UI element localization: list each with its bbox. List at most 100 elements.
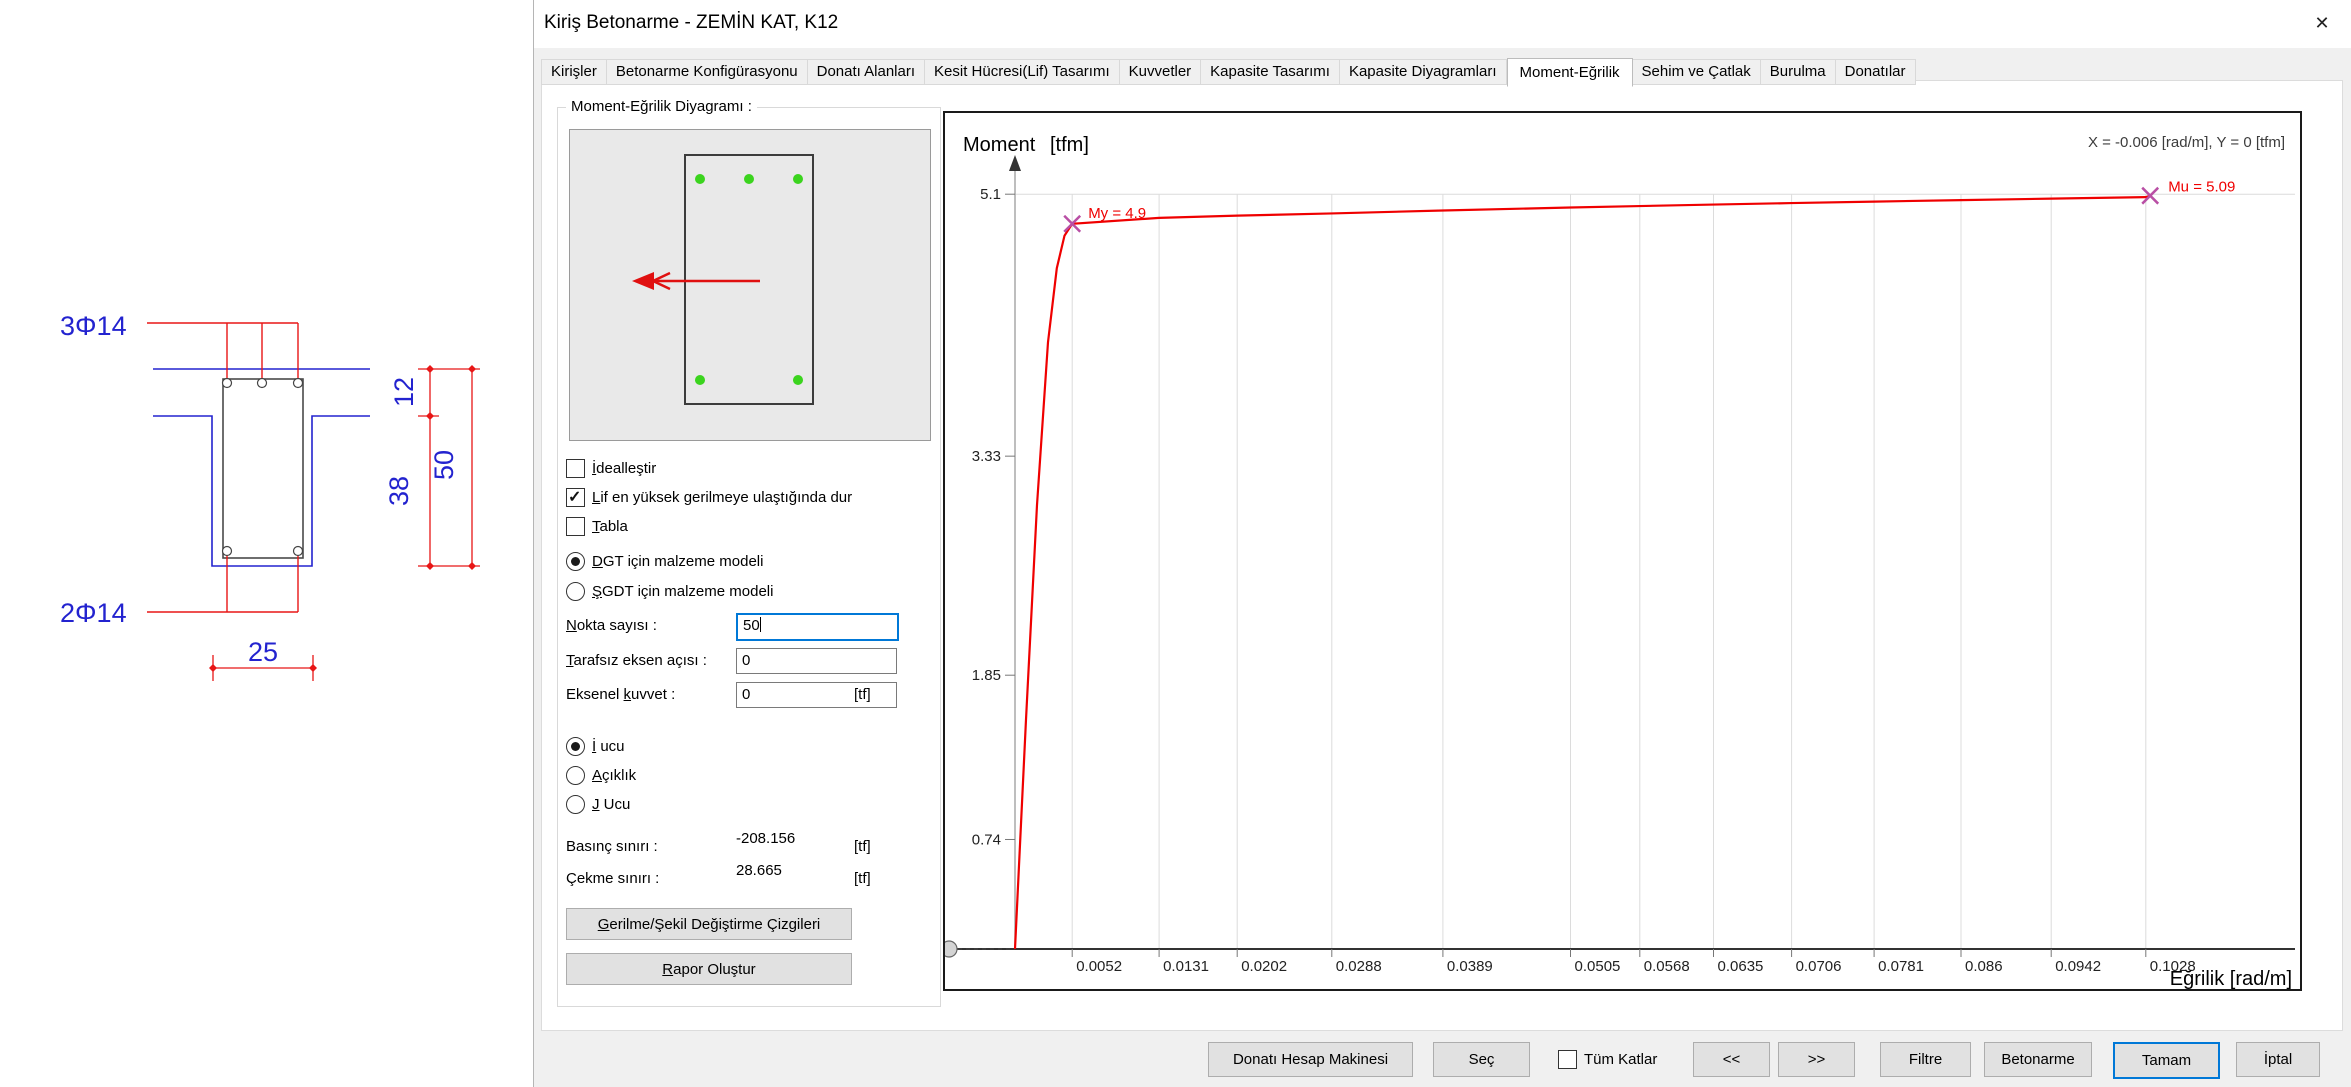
dim-web-depth-label: 38 xyxy=(384,476,414,506)
moment-curvature-groupbox: Moment-Eğrilik Diyagramı : xyxy=(557,107,941,1007)
radio-circle[interactable] xyxy=(566,552,585,571)
input-value: 0 xyxy=(742,652,750,669)
svg-text:Mu = 5.09: Mu = 5.09 xyxy=(2168,179,2235,196)
chart-title-unit: [tfm] xyxy=(1050,134,1089,156)
moment-curvature-chart[interactable]: 0.00520.01310.02020.02880.03890.05050.05… xyxy=(943,111,2302,991)
ok-button[interactable]: Tamam xyxy=(2113,1042,2220,1079)
radio-circle[interactable] xyxy=(566,582,585,601)
svg-text:0.0635: 0.0635 xyxy=(1718,958,1764,975)
dim-width-label: 25 xyxy=(248,637,278,667)
checkbox-box[interactable] xyxy=(566,488,585,507)
tab-kesit-hucresi-lif-tasarimi[interactable]: Kesit Hücresi(Lif) Tasarımı xyxy=(925,59,1120,85)
neutral-axis-angle-label: Tarafsız eksen açısı : xyxy=(566,648,707,674)
svg-text:5.1: 5.1 xyxy=(980,186,1001,203)
tension-limit-label: Çekme sınırı : xyxy=(566,866,659,892)
point-count-input[interactable]: 50 xyxy=(736,613,899,641)
radio-circle[interactable] xyxy=(566,766,585,785)
previous-button[interactable]: << xyxy=(1693,1042,1770,1077)
radio-i-end[interactable]: İ ucu xyxy=(566,736,625,756)
compression-limit-label: Basınç sınırı : xyxy=(566,834,658,860)
checkbox-idealize[interactable]: İdealleştir xyxy=(566,458,656,478)
svg-text:My = 4.9: My = 4.9 xyxy=(1088,205,1146,222)
svg-text:0.0288: 0.0288 xyxy=(1336,958,1382,975)
radio-circle[interactable] xyxy=(566,737,585,756)
filter-button[interactable]: Filtre xyxy=(1880,1042,1971,1077)
tab-betonarme-konfigurasyonu[interactable]: Betonarme Konfigürasyonu xyxy=(607,59,808,85)
checkbox-slab[interactable]: Tabla xyxy=(566,516,628,536)
tab-page-moment-egrilik: Moment-Eğrilik Diyagramı : xyxy=(541,80,2343,1031)
checkbox-label: Lif en yüksek gerilmeye ulaştığında dur xyxy=(592,489,852,506)
input-value: 0 xyxy=(742,686,750,703)
button-label: Rapor Oluştur xyxy=(662,961,755,978)
svg-text:0.0505: 0.0505 xyxy=(1575,958,1621,975)
top-rebar-label: 3Φ14 xyxy=(60,311,127,341)
close-icon[interactable]: ✕ xyxy=(2302,6,2342,40)
tab-burulma[interactable]: Burulma xyxy=(1761,59,1836,85)
checkbox-stop-at-max-fiber-stress[interactable]: Lif en yüksek gerilmeye ulaştığında dur xyxy=(566,487,852,507)
text-caret xyxy=(760,617,761,632)
input-value: 50 xyxy=(743,617,760,634)
beam-concrete-dialog: Kiriş Betonarme - ZEMİN KAT, K12 ✕ Kiriş… xyxy=(533,0,2351,1087)
svg-text:0.0202: 0.0202 xyxy=(1241,958,1287,975)
create-report-button[interactable]: Rapor Oluştur xyxy=(566,953,852,985)
x-axis-title: Eğrilik [rad/m] xyxy=(2170,968,2292,989)
point-count-label: Nokta sayısı : xyxy=(566,613,657,639)
rebar-calculator-button[interactable]: Donatı Hesap Makinesi xyxy=(1208,1042,1413,1077)
radio-label: Açıklık xyxy=(592,767,636,784)
svg-text:0.0781: 0.0781 xyxy=(1878,958,1924,975)
tab-donati-alanlari[interactable]: Donatı Alanları xyxy=(808,59,925,85)
dialog-title: Kiriş Betonarme - ZEMİN KAT, K12 xyxy=(544,12,838,34)
radio-label: ŞGDT için malzeme modeli xyxy=(592,583,773,600)
checkbox-box[interactable] xyxy=(566,517,585,536)
svg-text:0.0389: 0.0389 xyxy=(1447,958,1493,975)
chart-title: Moment xyxy=(963,134,1036,156)
radio-dgt-material-model[interactable]: DGT için malzeme modeli xyxy=(566,551,763,571)
web-rectangle xyxy=(223,379,303,558)
radio-span[interactable]: Açıklık xyxy=(566,765,636,785)
select-button[interactable]: Seç xyxy=(1433,1042,1530,1077)
tab-kapasite-diyagramlari[interactable]: Kapasite Diyagramları xyxy=(1340,59,1507,85)
radio-sgdt-material-model[interactable]: ŞGDT için malzeme modeli xyxy=(566,581,773,601)
tab-kirisler[interactable]: Kirişler xyxy=(541,59,607,85)
cancel-button[interactable]: İptal xyxy=(2236,1042,2320,1077)
svg-text:0.0568: 0.0568 xyxy=(1644,958,1690,975)
axial-force-unit: [tf] xyxy=(854,682,871,708)
checkbox-box[interactable] xyxy=(1558,1050,1577,1069)
tab-donatilar[interactable]: Donatılar xyxy=(1836,59,1916,85)
checkbox-box[interactable] xyxy=(566,459,585,478)
radio-j-end[interactable]: J Ucu xyxy=(566,794,630,814)
button-label: Gerilme/Şekil Değiştirme Çizgileri xyxy=(598,916,821,933)
axial-force-input[interactable]: 0 xyxy=(736,682,897,708)
radio-circle[interactable] xyxy=(566,795,585,814)
tab-kuvvetler[interactable]: Kuvvetler xyxy=(1120,59,1202,85)
dialog-titlebar[interactable]: Kiriş Betonarme - ZEMİN KAT, K12 ✕ xyxy=(534,0,2351,48)
moment-direction-arrow xyxy=(632,272,760,290)
all-floors-checkbox[interactable]: Tüm Katlar xyxy=(1558,1049,1657,1069)
checkbox-label: Tüm Katlar xyxy=(1584,1051,1657,1068)
compression-limit-unit: [tf] xyxy=(854,834,871,860)
svg-text:0.0942: 0.0942 xyxy=(2055,958,2101,975)
preview-rebar-dots xyxy=(695,174,803,385)
next-button[interactable]: >> xyxy=(1778,1042,1855,1077)
radio-label: J Ucu xyxy=(592,796,630,813)
tab-kapasite-tasarimi[interactable]: Kapasite Tasarımı xyxy=(1201,59,1340,85)
groupbox-title: Moment-Eğrilik Diyagramı : xyxy=(566,98,757,115)
section-preview-panel xyxy=(569,129,931,441)
neutral-axis-angle-input[interactable]: 0 xyxy=(736,648,897,674)
tab-moment-egrilik[interactable]: Moment-Eğrilik xyxy=(1507,58,1633,87)
cursor-readout: X = -0.006 [rad/m], Y = 0 [tfm] xyxy=(2088,134,2285,151)
application-root: 3Φ14 2Φ14 12 38 50 25 Kiriş Betonarme - … xyxy=(0,0,2351,1087)
radio-label: İ ucu xyxy=(592,738,625,755)
radio-label: DGT için malzeme modeli xyxy=(592,553,763,570)
svg-text:0.0052: 0.0052 xyxy=(1076,958,1122,975)
stress-strain-lines-button[interactable]: Gerilme/Şekil Değiştirme Çizgileri xyxy=(566,908,852,940)
svg-text:0.086: 0.086 xyxy=(1965,958,2003,975)
checkbox-label: İdealleştir xyxy=(592,460,656,477)
tension-limit-value: 28.665 xyxy=(736,862,782,879)
dim-slab-depth-label: 12 xyxy=(389,377,419,407)
tab-strip: Kirişler Betonarme Konfigürasyonu Donatı… xyxy=(541,58,1916,85)
concrete-button[interactable]: Betonarme xyxy=(1984,1042,2092,1077)
bottom-rebar-label: 2Φ14 xyxy=(60,598,127,628)
chart-generated-content: 0.00520.01310.02020.02880.03890.05050.05… xyxy=(945,155,2295,975)
tab-sehim-ve-catlak[interactable]: Sehim ve Çatlak xyxy=(1633,59,1761,85)
